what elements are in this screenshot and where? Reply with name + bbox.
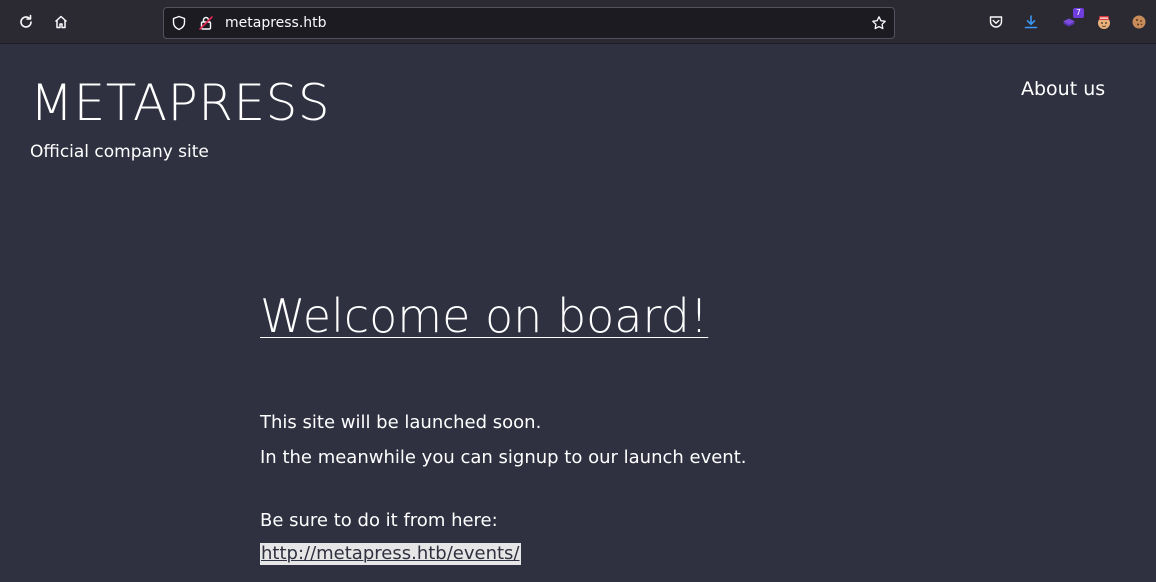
downloads-button[interactable] (1019, 10, 1043, 34)
cookie-icon (1132, 15, 1146, 29)
reload-button[interactable] (14, 10, 38, 34)
welcome-heading: Welcome on board! (260, 289, 709, 343)
account-button[interactable] (1092, 10, 1116, 34)
avatar-icon (1098, 16, 1110, 29)
bookmark-button[interactable] (871, 15, 887, 31)
url-text[interactable]: metapress.htb (225, 15, 327, 31)
pocket-button[interactable] (984, 10, 1008, 34)
launch-text: This site will be launched soon. (260, 412, 542, 433)
extension-badge: 7 (1072, 8, 1084, 18)
shield-icon (172, 15, 186, 31)
reload-icon (20, 14, 32, 28)
events-link[interactable]: http://metapress.htb/events/ (260, 543, 521, 565)
star-icon (872, 16, 886, 30)
tracking-protection-button[interactable] (171, 15, 187, 31)
site-title: METAPRESS (30, 74, 331, 132)
browser-toolbar: metapress.htb 7 (0, 0, 1156, 44)
home-icon (54, 15, 68, 29)
extension-button[interactable]: 7 (1057, 8, 1084, 34)
lock-icon (199, 16, 213, 30)
home-button[interactable] (49, 10, 73, 34)
signup-text: In the meanwhile you can signup to our l… (260, 447, 747, 468)
pocket-icon (989, 16, 1003, 28)
download-icon (1024, 15, 1038, 29)
address-bar[interactable]: metapress.htb (163, 7, 895, 39)
instruction-text: Be sure to do it from here: (260, 510, 498, 531)
nav-about-us-link[interactable]: About us (1021, 78, 1105, 100)
cookie-extension-button[interactable] (1127, 10, 1151, 34)
site-tagline: Official company site (30, 142, 209, 162)
site-info-button[interactable] (198, 15, 214, 31)
